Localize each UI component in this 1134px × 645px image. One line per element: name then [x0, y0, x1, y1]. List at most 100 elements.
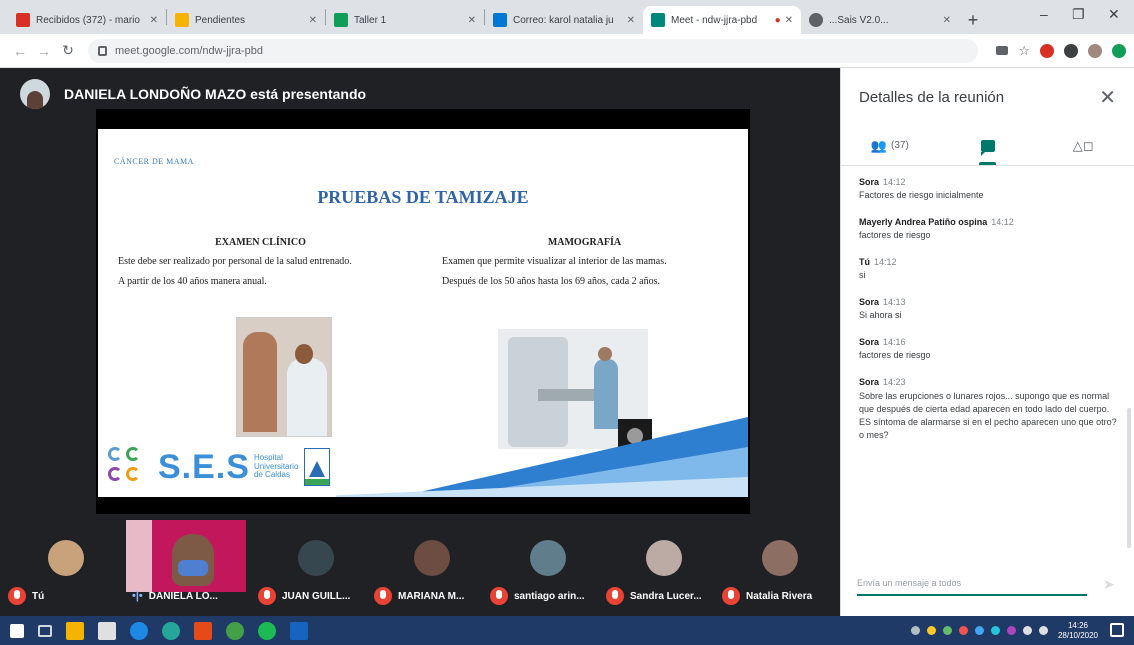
slide-column-mamografia: MAMOGRAFÍA Examen que permite visualizar… — [442, 237, 727, 297]
browser-tab-sais[interactable]: ...Sais V2.0... ✕ — [801, 6, 959, 34]
muted-mic-icon — [722, 587, 740, 605]
muted-mic-icon — [258, 587, 276, 605]
close-window-icon[interactable]: ✕ — [1108, 6, 1120, 23]
notification-center-icon[interactable] — [1110, 623, 1124, 637]
chat-message: Sora 14:12 Factores de riesgo inicialmente — [859, 177, 984, 201]
panel-title: Detalles de la reunión — [859, 88, 1005, 106]
chrome-icon[interactable] — [226, 621, 244, 640]
people-icon: 👥 — [870, 137, 888, 153]
tray-icon[interactable] — [926, 626, 936, 635]
chat-message: Sora 14:13 Si ahora si — [859, 297, 906, 321]
star-icon[interactable]: ☆ — [1018, 43, 1030, 59]
reload-icon[interactable]: ↻ — [56, 42, 80, 59]
profile-avatar[interactable] — [1088, 43, 1102, 58]
volume-icon[interactable] — [1038, 626, 1048, 635]
close-tab-icon[interactable]: ✕ — [627, 15, 635, 26]
muted-mic-icon — [374, 587, 392, 605]
word-icon[interactable] — [290, 621, 308, 640]
file-explorer-icon[interactable] — [66, 621, 84, 640]
column-heading: EXAMEN CLÍNICO — [215, 237, 306, 248]
close-tab-icon[interactable]: ✕ — [309, 15, 317, 26]
avatar — [298, 540, 334, 576]
close-tab-icon[interactable]: ✕ — [785, 15, 793, 26]
chat-icon — [980, 139, 995, 156]
presentation-frame: CÁNCER DE MAMA PRUEBAS DE TAMIZAJE EXAME… — [96, 109, 750, 514]
avatar — [48, 540, 84, 576]
forward-icon[interactable]: → — [32, 43, 56, 59]
lock-icon — [98, 45, 107, 56]
tab-people[interactable]: 👥 (37) — [841, 126, 939, 165]
tab-activities[interactable]: △◻ — [1036, 126, 1134, 165]
shapes-icon: △◻ — [1072, 137, 1094, 153]
send-icon[interactable]: ➤ — [1103, 576, 1115, 593]
column-text: A partir de los 40 años manera anual. — [118, 276, 267, 287]
participant-tile[interactable]: santiago arin... — [490, 526, 606, 612]
panel-tabs: 👥 (37) △◻ — [841, 126, 1134, 166]
edge-new-icon[interactable] — [162, 621, 180, 640]
taskbar-clock[interactable]: 14:26 28/10/2020 — [1058, 621, 1098, 640]
participant-strip: Tú •|• DANIELA LO... JUAN GUILL... MARIAN… — [0, 520, 840, 616]
participant-tile[interactable]: Sandra Lucer... — [606, 526, 722, 612]
puzzle-icon[interactable] — [1064, 43, 1078, 58]
close-icon[interactable]: ✕ — [1099, 85, 1116, 110]
maximize-icon[interactable]: ❐ — [1072, 6, 1085, 23]
extension-red-icon[interactable] — [1040, 43, 1054, 58]
browser-tab-gmail[interactable]: Recibidos (372) - mario ✕ — [8, 6, 166, 34]
accreditation-badge-icon — [304, 448, 331, 486]
participant-tile[interactable]: MARIANA M... — [374, 526, 490, 612]
chat-scrollbar[interactable] — [1127, 408, 1131, 548]
participant-tile[interactable]: •|• DANIELA LO... — [132, 526, 248, 612]
tab-chat[interactable] — [939, 126, 1037, 165]
logo-ses: S.E.S — [158, 447, 250, 486]
minimize-icon[interactable]: – — [1040, 6, 1048, 22]
tray-icon[interactable] — [942, 626, 952, 635]
edge-icon[interactable] — [130, 621, 148, 640]
participant-tile[interactable]: Tú — [8, 526, 124, 612]
presentation-slide: CÁNCER DE MAMA PRUEBAS DE TAMIZAJE EXAME… — [98, 129, 748, 497]
close-tab-icon[interactable]: ✕ — [150, 15, 158, 26]
browser-tab-meet[interactable]: Meet - ndw-jjra-pbd ● ✕ — [643, 6, 801, 34]
windows-start-icon[interactable] — [10, 623, 24, 638]
chat-message: Mayerly Andrea Patiño ospina 14:12 factore… — [859, 217, 1014, 241]
office-icon[interactable] — [194, 621, 212, 640]
tray-icon[interactable] — [910, 626, 920, 635]
meet-icon — [651, 13, 665, 27]
muted-mic-icon — [490, 587, 508, 605]
participant-tile[interactable]: JUAN GUILL... — [258, 526, 374, 612]
spotify-icon[interactable] — [258, 621, 276, 640]
windows-taskbar: 14:26 28/10/2020 — [0, 616, 1134, 645]
avatar — [530, 540, 566, 576]
muted-mic-icon — [606, 587, 624, 605]
keep-icon — [175, 13, 189, 27]
extension-green-icon[interactable] — [1112, 43, 1126, 58]
close-tab-icon[interactable]: ✕ — [468, 15, 476, 26]
wifi-icon[interactable] — [1022, 626, 1032, 635]
presenter-text: DANIELA LONDOÑO MAZO está presentando — [64, 86, 367, 102]
camera-icon[interactable] — [996, 46, 1009, 55]
participant-tile[interactable]: Natalia Rivera — [722, 526, 838, 612]
tray-icon[interactable] — [974, 626, 984, 635]
browser-tab-taller[interactable]: Taller 1 ✕ — [326, 6, 484, 34]
browser-tab-pendientes[interactable]: Pendientes ✕ — [167, 6, 325, 34]
store-icon[interactable] — [98, 621, 116, 640]
chat-message: Tú 14:12 si — [859, 257, 897, 281]
gmail-icon — [16, 13, 30, 27]
tray-icon[interactable] — [990, 626, 1000, 635]
new-tab-button[interactable]: + — [959, 6, 987, 34]
column-text: Este debe ser realizado por personal de … — [118, 255, 352, 267]
logo-mark-icon — [106, 443, 154, 491]
chat-message-input[interactable]: Envía un mensaje a todos — [857, 566, 1087, 596]
task-view-icon[interactable] — [38, 624, 52, 637]
meeting-details-panel: Detalles de la reunión ✕ 👥 (37) △◻ Sora 14… — [840, 68, 1134, 616]
sheets-icon — [334, 13, 348, 27]
url-field[interactable]: meet.google.com/ndw-jjra-pbd — [88, 38, 979, 63]
back-icon[interactable]: ← — [8, 43, 32, 59]
presenter-banner: DANIELA LONDOÑO MAZO está presentando — [20, 78, 366, 110]
browser-tab-correo[interactable]: Correo: karol natalia ju ✕ — [485, 6, 643, 34]
speaking-indicator-icon: •|• — [132, 590, 143, 602]
tray-icon[interactable] — [958, 626, 968, 635]
muted-mic-icon — [8, 587, 26, 605]
close-tab-icon[interactable]: ✕ — [943, 15, 951, 26]
column-heading: MAMOGRAFÍA — [547, 237, 622, 248]
tray-icon[interactable] — [1006, 626, 1016, 635]
